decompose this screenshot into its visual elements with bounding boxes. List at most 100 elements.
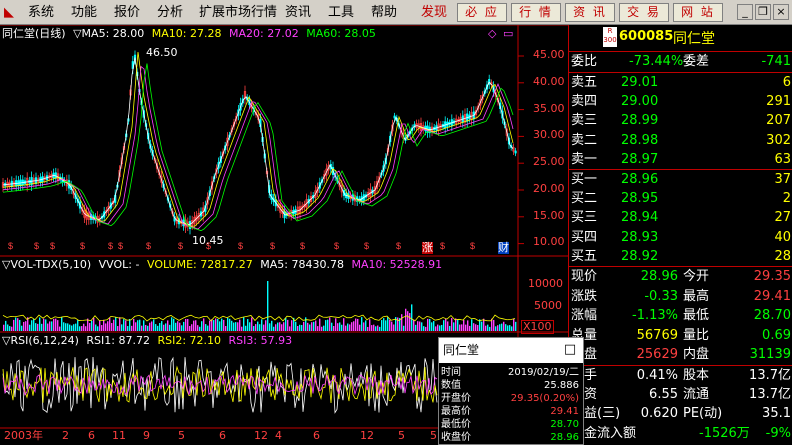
volume-bar	[25, 321, 27, 331]
order-price: 28.94	[621, 210, 659, 226]
high-price-label: 46.50	[146, 46, 178, 59]
volume-bar	[451, 318, 453, 331]
volume-bar	[73, 324, 75, 331]
menu-help[interactable]: 帮助	[371, 4, 397, 21]
order-price: 28.93	[621, 229, 659, 245]
volume-bar	[313, 321, 315, 331]
popup-value: 29.35(0.20%)	[510, 393, 579, 404]
popup-label: 收盘价	[441, 432, 471, 443]
volume-bar	[147, 325, 149, 331]
volume-bar	[443, 320, 445, 331]
buy-level-row: 买一 28.96 37	[569, 170, 792, 189]
time-tick: 5	[398, 429, 405, 442]
volume-bar	[379, 326, 381, 331]
volume-bar	[101, 325, 103, 331]
sidebar-toggle-icon[interactable]: ▭	[503, 27, 513, 41]
volume-bar	[151, 321, 153, 331]
volume-bar	[35, 323, 37, 331]
popup-label: 开盘价	[441, 393, 471, 404]
volume-bar	[237, 322, 239, 331]
volume-bar	[75, 323, 77, 331]
volume-bar	[487, 324, 489, 331]
volume-bar	[515, 321, 517, 331]
volume-bar	[499, 324, 501, 331]
order-level-label: 卖一	[571, 151, 598, 167]
menu-news[interactable]: 资讯	[285, 4, 311, 21]
app-menu-icon[interactable]: ◣	[4, 4, 14, 21]
bing-button[interactable]: 必 应	[457, 3, 507, 22]
limit-up-marker[interactable]: 涨	[422, 242, 433, 254]
volume-bar	[359, 324, 361, 331]
close-icon[interactable]: ×	[773, 4, 789, 20]
volume-bar	[33, 319, 35, 331]
volume-bar	[209, 320, 211, 331]
popup-label: 时间	[441, 367, 461, 378]
volume-bar	[117, 326, 119, 331]
volume-bar	[39, 317, 41, 331]
quotes-button[interactable]: 行 情	[511, 3, 561, 22]
sell-level-row: 卖五 29.01 6	[569, 73, 792, 92]
volume-bar	[165, 323, 167, 331]
stat-value: 28.96	[640, 269, 678, 284]
volume-bar	[263, 324, 265, 331]
volume-bar	[441, 324, 443, 331]
volume-bar	[221, 318, 223, 331]
weibi-value: -73.44%	[629, 54, 684, 69]
menu-quotes[interactable]: 报价	[114, 4, 140, 21]
close-icon[interactable]: □	[563, 343, 577, 357]
dividend-marker: $	[238, 241, 243, 251]
menu-extended-market[interactable]: 扩展市场行情	[199, 4, 277, 21]
volume-bar	[191, 324, 193, 331]
price-tick: 40.00	[533, 75, 565, 88]
menu-discover[interactable]: 发现	[421, 4, 447, 21]
volume-bar	[279, 322, 281, 331]
volume-bar	[189, 326, 191, 331]
volume-bar	[145, 324, 147, 331]
volume-bar	[409, 313, 411, 331]
volume-bar	[31, 320, 33, 331]
time-tick: 5	[430, 429, 437, 442]
volume-bar	[45, 319, 47, 331]
volume-bar	[325, 320, 327, 331]
minimize-icon[interactable]: _	[737, 4, 753, 20]
volume-bar	[77, 320, 79, 331]
volume-tick: 5000	[534, 299, 562, 312]
order-level-label: 买一	[571, 172, 598, 187]
volume-bar	[361, 317, 363, 331]
volume-bar	[243, 317, 245, 331]
financial-report-marker[interactable]: 财	[498, 242, 509, 254]
price-tick: 20.00	[533, 182, 565, 195]
fund-label: PE(动)	[683, 406, 723, 422]
volume-bar	[59, 326, 61, 331]
trade-button[interactable]: 交 易	[619, 3, 669, 22]
volume-bar	[439, 325, 441, 331]
menu-tools[interactable]: 工具	[328, 4, 354, 21]
volume-bar	[459, 324, 461, 331]
volume-bar	[133, 318, 135, 331]
bar-info-popup[interactable]: 同仁堂 □ 时间 2019/02/19/二 数值 25.886 开盘价 29.35(0.2…	[438, 337, 584, 445]
menu-functions[interactable]: 功能	[71, 4, 97, 21]
volume-bar	[235, 322, 237, 331]
volume-bar	[177, 321, 179, 331]
volume-bar	[157, 325, 159, 331]
time-tick: 6	[88, 429, 95, 442]
price-tick: 45.00	[533, 48, 565, 61]
volume-bar	[481, 321, 483, 331]
menu-system[interactable]: 系统	[28, 4, 54, 21]
news-button[interactable]: 资 讯	[565, 3, 615, 22]
fundamental-row: 换手 0.41% 股本 13.7亿	[569, 366, 792, 385]
diamond-icon[interactable]: ◇	[488, 27, 496, 41]
sell-level-row: 卖二 28.98 302	[569, 131, 792, 150]
restore-icon[interactable]: ❐	[755, 4, 771, 20]
volume-bar	[253, 326, 255, 331]
volume-bar	[239, 319, 241, 331]
trading-app-window: ◣ 系统 功能 报价 分析 扩展市场行情 资讯 工具 帮助 发现 必 应 行 情…	[0, 0, 792, 445]
vol-ma5-caption: MA5: 78430.78	[260, 258, 344, 271]
badge-top: R	[607, 27, 613, 35]
volume-bar	[49, 321, 51, 331]
volume-bar	[217, 319, 219, 331]
volume-bar	[485, 325, 487, 331]
stat-value: 56769	[636, 327, 678, 343]
website-button[interactable]: 网 站	[673, 3, 723, 22]
menu-analysis[interactable]: 分析	[157, 4, 183, 21]
